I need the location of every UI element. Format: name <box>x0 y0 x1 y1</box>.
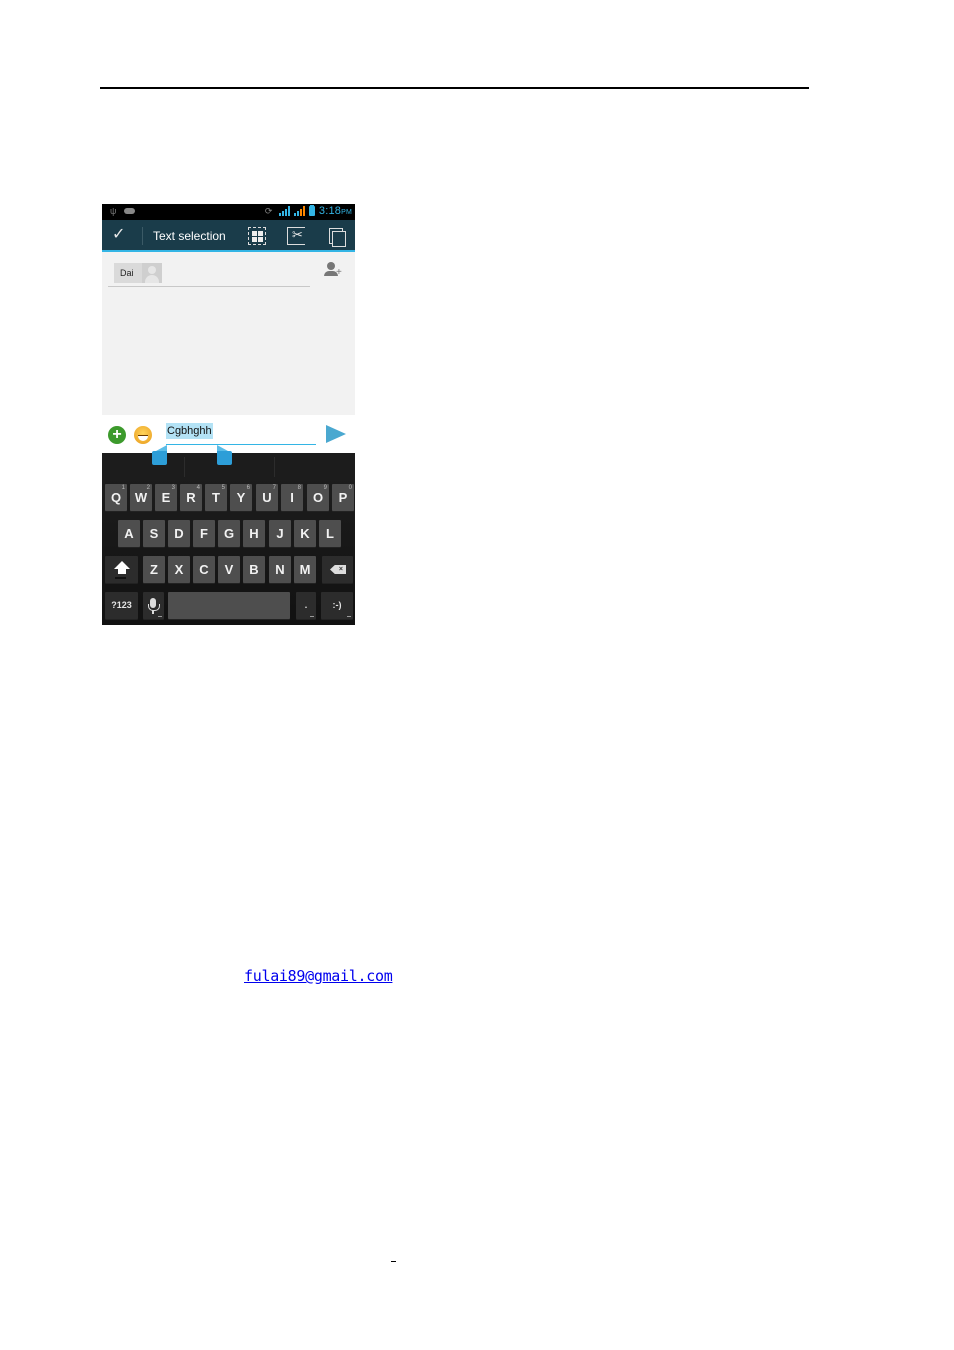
key-k[interactable]: K <box>294 520 316 547</box>
phone-screenshot: ψ ⟳ 3:18PM ✓ Text selection Dai + Cgbhgh… <box>102 204 355 625</box>
recipient-name: Dai <box>120 268 134 278</box>
key-a[interactable]: A <box>118 520 140 547</box>
key-y[interactable]: Y6 <box>230 484 252 511</box>
email-link[interactable]: fulai89@gmail.com <box>244 967 393 985</box>
sync-icon: ⟳ <box>264 206 273 216</box>
attach-plus-icon[interactable]: + <box>108 426 126 444</box>
key-w[interactable]: W2 <box>130 484 152 511</box>
key-j[interactable]: J <box>269 520 291 547</box>
contact-avatar-icon <box>142 263 162 283</box>
selected-text[interactable]: Cgbhghh <box>166 423 213 439</box>
key-m[interactable]: M <box>294 556 316 583</box>
signal-icon-orange <box>293 206 305 216</box>
shift-arrow-icon <box>114 561 130 574</box>
select-all-icon[interactable] <box>248 227 266 245</box>
space-key[interactable] <box>168 592 290 619</box>
key-x[interactable]: X <box>168 556 190 583</box>
key-corner-indicator <box>158 616 162 617</box>
selection-handle-start[interactable] <box>152 445 167 465</box>
key-t[interactable]: T5 <box>205 484 227 511</box>
voice-input-key[interactable] <box>143 592 164 619</box>
key-h[interactable]: H <box>243 520 265 547</box>
key-z[interactable]: Z <box>143 556 165 583</box>
key-u[interactable]: U7 <box>256 484 278 511</box>
key-c[interactable]: C <box>193 556 215 583</box>
shift-indicator <box>115 577 126 579</box>
gamepad-icon <box>124 208 135 214</box>
page-number-marker <box>391 1261 396 1262</box>
key-corner-indicator <box>347 616 351 617</box>
key-d[interactable]: D <box>168 520 190 547</box>
key-v[interactable]: V <box>218 556 240 583</box>
keyboard: Q1 W2 E3 R4 T5 Y6 U7 I8 O9 P0 A S D F G … <box>102 453 355 625</box>
backspace-key[interactable]: × <box>322 556 353 583</box>
microphone-icon <box>148 598 160 614</box>
action-bar: ✓ Text selection <box>102 220 355 252</box>
key-o[interactable]: O9 <box>307 484 329 511</box>
shift-key[interactable] <box>105 556 138 583</box>
recipient-input-underline[interactable] <box>108 286 310 287</box>
key-r[interactable]: R4 <box>180 484 202 511</box>
key-g[interactable]: G <box>218 520 240 547</box>
clock: 3:18PM <box>318 205 352 217</box>
battery-charging-icon <box>308 205 315 216</box>
send-icon[interactable] <box>326 425 346 443</box>
compose-bar: + Cgbhghh <box>102 415 355 453</box>
key-b[interactable]: B <box>243 556 265 583</box>
symbols-key[interactable]: ?123 <box>105 592 138 619</box>
cut-icon[interactable] <box>287 227 305 245</box>
key-l[interactable]: L <box>319 520 341 547</box>
key-e[interactable]: E3 <box>155 484 177 511</box>
emoji-icon[interactable] <box>134 426 152 444</box>
header-rule <box>100 87 809 89</box>
add-contact-icon[interactable] <box>324 262 344 282</box>
selection-handle-end[interactable] <box>217 445 232 465</box>
status-bar: ψ ⟳ 3:18PM <box>102 204 355 220</box>
period-key[interactable]: . <box>296 592 316 619</box>
key-s[interactable]: S <box>143 520 165 547</box>
usb-icon: ψ <box>110 206 117 216</box>
key-f[interactable]: F <box>193 520 215 547</box>
action-bar-title: Text selection <box>153 229 226 243</box>
message-input[interactable]: Cgbhghh <box>166 423 316 445</box>
recipient-chip[interactable]: Dai <box>114 263 162 283</box>
smiley-key[interactable]: :-) <box>321 592 353 619</box>
key-n[interactable]: N <box>269 556 291 583</box>
key-p[interactable]: P0 <box>332 484 354 511</box>
done-check-icon[interactable]: ✓ <box>112 226 130 244</box>
key-i[interactable]: I8 <box>281 484 303 511</box>
copy-icon[interactable] <box>328 227 346 247</box>
key-corner-indicator <box>310 616 314 617</box>
signal-icon <box>278 206 290 216</box>
backspace-icon: × <box>330 565 346 574</box>
key-q[interactable]: Q1 <box>105 484 127 511</box>
action-bar-divider <box>142 227 143 245</box>
